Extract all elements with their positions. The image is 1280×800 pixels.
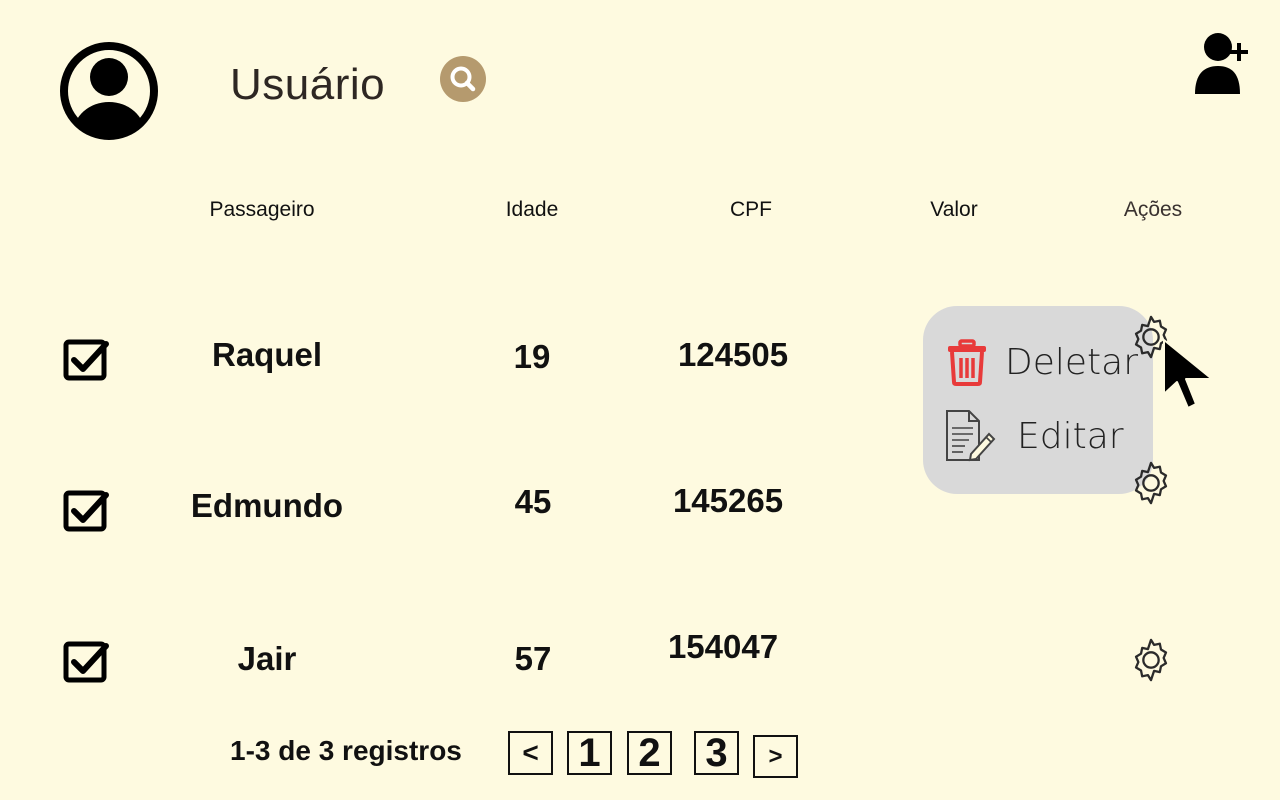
page-title: Usuário — [230, 60, 386, 109]
user-avatar-icon — [58, 40, 160, 142]
row-checkbox[interactable] — [62, 487, 110, 535]
pagination-info: 1-3 de 3 registros — [230, 735, 462, 766]
row-passenger-name: Raquel — [211, 336, 323, 373]
delete-label: Deletar — [1005, 341, 1138, 383]
edit-menu-item[interactable]: Editar — [943, 408, 1124, 464]
document-edit-icon — [946, 410, 996, 462]
row-settings-button[interactable] — [1128, 637, 1174, 683]
gear-icon — [1134, 461, 1168, 505]
pagination-page-1[interactable]: 1 — [567, 731, 612, 775]
pagination-prev-button[interactable]: < — [508, 731, 553, 775]
delete-menu-item[interactable]: Deletar — [945, 338, 1138, 386]
checkbox-checked-icon — [63, 641, 109, 683]
row-settings-button[interactable] — [1128, 460, 1174, 506]
row-passenger-name: Edmundo — [190, 487, 344, 524]
row-cpf: 154047 — [667, 628, 779, 665]
row-cpf: 145265 — [672, 482, 784, 519]
row-checkbox[interactable] — [62, 638, 110, 686]
column-header-passenger: Passageiro — [209, 198, 315, 221]
row-age: 57 — [514, 640, 552, 677]
gear-icon — [1134, 638, 1168, 682]
column-header-cpf: CPF — [730, 198, 772, 221]
checkbox-checked-icon — [63, 339, 109, 381]
row-checkbox[interactable] — [62, 336, 110, 384]
user-add-icon — [1195, 33, 1248, 94]
row-passenger-name: Jair — [237, 640, 297, 677]
checkbox-checked-icon — [63, 490, 109, 532]
add-user-button[interactable] — [1192, 30, 1252, 98]
mouse-cursor-icon — [1160, 338, 1216, 416]
row-age: 45 — [514, 483, 552, 520]
row-actions-menu: Deletar Editar — [923, 306, 1153, 494]
pagination-page-3[interactable]: 3 — [694, 731, 739, 775]
column-header-actions: Ações — [1123, 198, 1183, 221]
search-button[interactable] — [440, 56, 486, 102]
edit-label: Editar — [1017, 415, 1124, 457]
column-header-value: Valor — [930, 198, 978, 221]
pagination-next-button[interactable]: > — [753, 735, 798, 778]
column-header-age: Idade — [505, 198, 559, 221]
trash-icon — [948, 339, 986, 386]
pagination-page-2[interactable]: 2 — [627, 731, 672, 775]
search-icon — [450, 66, 476, 92]
row-cpf: 124505 — [677, 336, 789, 373]
row-age: 19 — [513, 338, 551, 375]
